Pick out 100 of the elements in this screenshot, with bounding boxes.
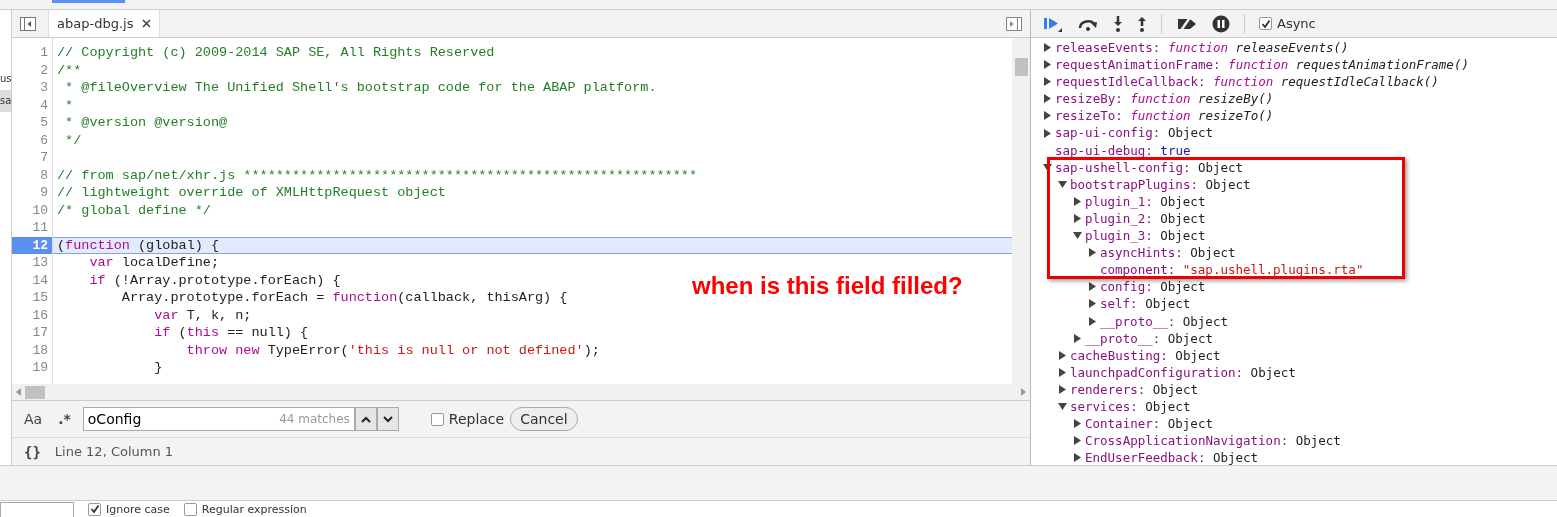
regex-button[interactable]: .* bbox=[54, 411, 75, 427]
property-entry[interactable]: resizeBy: function resizeBy() bbox=[1055, 90, 1274, 108]
checkbox[interactable] bbox=[1259, 17, 1272, 30]
vertical-scrollbar[interactable] bbox=[1012, 38, 1030, 384]
filter-field[interactable] bbox=[0, 501, 74, 517]
panel-item[interactable]: us bbox=[0, 68, 11, 90]
option-label: Ignore case bbox=[106, 502, 170, 516]
line-number: 2 bbox=[39, 61, 49, 79]
property-entry[interactable]: renderers: Object bbox=[1070, 380, 1198, 398]
collapsed-arrow-icon[interactable] bbox=[1073, 333, 1082, 343]
line-number: 19 bbox=[31, 359, 49, 377]
line-number: 13 bbox=[31, 254, 49, 272]
property-entry[interactable]: resizeTo: function resizeTo() bbox=[1055, 107, 1274, 125]
collapsed-arrow-icon[interactable] bbox=[1043, 94, 1052, 104]
line-number: 17 bbox=[31, 324, 49, 342]
property-entry[interactable]: self: Object bbox=[1100, 295, 1191, 313]
horizontal-scrollbar[interactable] bbox=[12, 384, 1030, 400]
code-line: var localDefine; bbox=[88, 255, 220, 270]
previous-match-button[interactable] bbox=[354, 407, 377, 431]
property-entry[interactable]: sap-ui-config: Object bbox=[1055, 124, 1214, 142]
cursor-position: Line 12, Column 1 bbox=[54, 444, 174, 459]
scrollbar-thumb[interactable] bbox=[1015, 58, 1028, 76]
collapsed-arrow-icon[interactable] bbox=[1073, 214, 1082, 223]
line-number: 5 bbox=[39, 114, 49, 132]
property-entry[interactable]: sap-ui-debug: true bbox=[1055, 141, 1191, 159]
expanded-arrow-icon[interactable] bbox=[1058, 179, 1067, 189]
scrollbar-thumb[interactable] bbox=[25, 385, 45, 399]
property-entry[interactable]: component: "sap.ushell.plugins.rta" bbox=[1100, 261, 1364, 279]
step-into-icon[interactable] bbox=[1113, 15, 1123, 32]
async-label: Async bbox=[1277, 16, 1316, 31]
code-line: */ bbox=[64, 132, 82, 148]
checkbox[interactable] bbox=[430, 412, 444, 426]
property-entry[interactable]: bootstrapPlugins: Object bbox=[1070, 175, 1251, 193]
check-icon bbox=[89, 504, 100, 514]
collapsed-arrow-icon[interactable] bbox=[1088, 316, 1097, 326]
checkbox[interactable] bbox=[183, 502, 197, 516]
checkbox[interactable] bbox=[88, 502, 101, 516]
line-number: 12 bbox=[12, 236, 52, 254]
code-line: * bbox=[64, 97, 74, 113]
line-number: 9 bbox=[39, 184, 49, 202]
code-line: /** bbox=[57, 62, 82, 78]
replace-label: Replace bbox=[448, 411, 505, 427]
code-line: (function (global) { bbox=[57, 237, 220, 253]
expanded-arrow-icon[interactable] bbox=[1058, 402, 1067, 411]
property-entry[interactable]: requestAnimationFrame: function requestAnimationFrame() bbox=[1055, 56, 1469, 74]
property-entry[interactable]: EndUserFeedback: Object bbox=[1085, 449, 1259, 465]
code-line: if (!Array.prototype.forEach) { bbox=[88, 272, 341, 288]
collapsed-arrow-icon[interactable] bbox=[1043, 128, 1052, 138]
collapsed-arrow-icon[interactable] bbox=[1088, 299, 1097, 309]
property-entry[interactable]: releaseEvents: function releaseEvents() bbox=[1055, 39, 1349, 57]
collapsed-arrow-icon[interactable] bbox=[1043, 60, 1052, 70]
collapsed-arrow-icon[interactable] bbox=[1058, 367, 1067, 377]
next-match-button[interactable] bbox=[376, 407, 399, 431]
expanded-arrow-icon[interactable] bbox=[1073, 231, 1082, 241]
collapsed-arrow-icon[interactable] bbox=[1043, 111, 1052, 121]
collapsed-arrow-icon[interactable] bbox=[1058, 384, 1067, 394]
line-number: 1 bbox=[39, 44, 49, 62]
property-entry[interactable]: plugin_1: Object bbox=[1085, 192, 1206, 210]
pretty-print-button[interactable]: {} bbox=[24, 443, 41, 460]
collapsed-arrow-icon[interactable] bbox=[1043, 77, 1052, 87]
property-entry[interactable]: launchpadConfiguration: Object bbox=[1070, 363, 1296, 381]
match-case-button[interactable]: Aa bbox=[20, 411, 47, 427]
line-number: 10 bbox=[31, 201, 49, 219]
collapsed-arrow-icon[interactable] bbox=[1088, 282, 1097, 292]
collapsed-arrow-icon[interactable] bbox=[1073, 419, 1082, 429]
check-icon bbox=[1260, 18, 1271, 29]
property-entry[interactable]: sap-ushell-config: Object bbox=[1055, 158, 1244, 176]
code-line: * @fileOverview The Unified Shell's bootstrap code for the ABAP platform. bbox=[64, 80, 657, 95]
property-entry[interactable]: services: Object bbox=[1070, 397, 1191, 416]
line-number: 16 bbox=[31, 306, 49, 324]
pause-icon[interactable] bbox=[1212, 14, 1230, 33]
collapsed-arrow-icon[interactable] bbox=[1088, 248, 1097, 258]
property-entry[interactable]: asyncHints: Object bbox=[1100, 244, 1236, 262]
collapsed-arrow-icon[interactable] bbox=[1073, 196, 1082, 206]
collapsed-arrow-icon[interactable] bbox=[1058, 350, 1067, 360]
panel-toggle-icon[interactable] bbox=[1006, 16, 1022, 31]
code-line: var T, k, n; bbox=[153, 307, 252, 323]
collapsed-arrow-icon[interactable] bbox=[1073, 436, 1082, 446]
step-out-icon[interactable] bbox=[1137, 15, 1147, 32]
property-entry[interactable]: plugin_2: Object bbox=[1085, 209, 1206, 228]
property-entry[interactable]: plugin_3: Object bbox=[1085, 227, 1206, 245]
sidebar-toggle-icon[interactable] bbox=[20, 16, 36, 31]
expanded-arrow-icon[interactable] bbox=[1043, 162, 1052, 172]
property-entry[interactable]: Container: Object bbox=[1085, 415, 1213, 433]
collapsed-arrow-icon[interactable] bbox=[1043, 43, 1052, 53]
line-number: 3 bbox=[39, 79, 49, 97]
property-entry[interactable]: __proto__: Object bbox=[1100, 312, 1228, 330]
code-line: Array.prototype.forEach = function(callback, thisArg) { bbox=[120, 290, 568, 305]
code-line: throw new TypeError('this is null or not defined'); bbox=[185, 342, 600, 358]
caret-up-icon bbox=[360, 415, 371, 423]
cancel-button[interactable]: Cancel bbox=[510, 407, 578, 431]
close-icon[interactable] bbox=[142, 19, 152, 28]
property-entry[interactable]: __proto__: Object bbox=[1085, 329, 1213, 347]
property-entry[interactable]: CrossApplicationNavigation: Object bbox=[1085, 432, 1341, 450]
property-entry[interactable]: config: Object bbox=[1100, 278, 1206, 296]
property-entry[interactable]: requestIdleCallback: function requestIdleCallback() bbox=[1055, 73, 1439, 91]
collapsed-arrow-icon[interactable] bbox=[1073, 453, 1082, 463]
property-entry[interactable]: cacheBusting: Object bbox=[1070, 346, 1221, 364]
file-tab[interactable]: abap-dbg.js bbox=[48, 10, 161, 37]
panel-item[interactable]: sa bbox=[0, 90, 11, 112]
